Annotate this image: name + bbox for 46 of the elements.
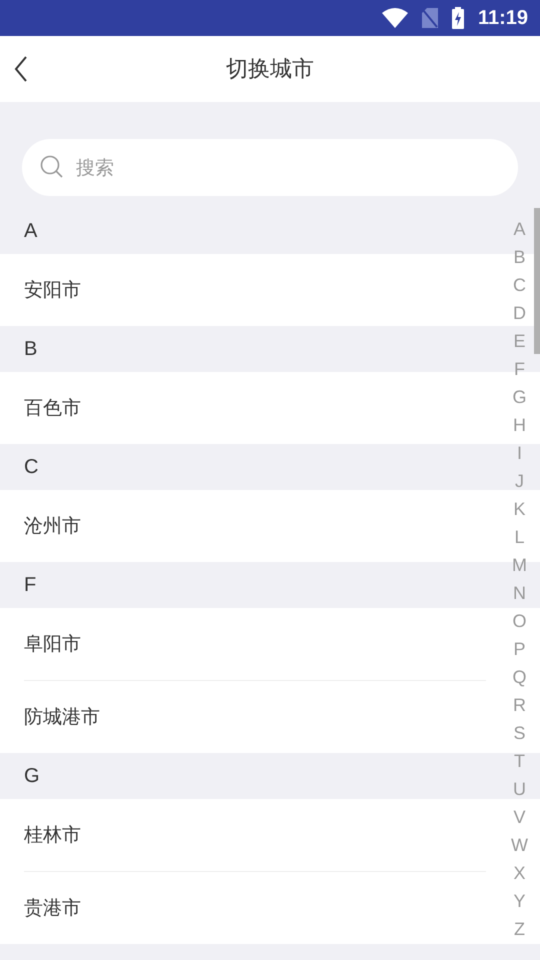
wifi-icon bbox=[382, 8, 408, 28]
index-letter[interactable]: N bbox=[513, 579, 526, 607]
status-time: 11:19 bbox=[478, 6, 528, 30]
index-letter[interactable]: P bbox=[513, 635, 526, 663]
section-letter: C bbox=[24, 456, 38, 478]
index-letter[interactable]: U bbox=[513, 775, 526, 803]
index-letter[interactable]: H bbox=[513, 411, 526, 439]
index-letter[interactable]: C bbox=[513, 271, 526, 299]
index-letter[interactable]: X bbox=[513, 859, 526, 887]
index-letter[interactable]: S bbox=[513, 719, 526, 747]
city-item[interactable]: 防城港市 bbox=[24, 704, 100, 730]
section-letter: F bbox=[24, 574, 36, 596]
search-field[interactable]: 搜索 bbox=[22, 139, 518, 196]
index-letter[interactable]: O bbox=[512, 607, 526, 635]
back-icon bbox=[14, 56, 28, 82]
index-letter[interactable]: V bbox=[513, 803, 526, 831]
index-letter[interactable]: G bbox=[512, 383, 526, 411]
search-icon bbox=[40, 155, 64, 179]
no-sim-icon bbox=[422, 8, 438, 28]
index-letter[interactable]: Y bbox=[513, 887, 526, 915]
index-letter[interactable]: E bbox=[513, 327, 526, 355]
city-item[interactable]: 安阳市 bbox=[24, 277, 81, 303]
index-letter[interactable]: B bbox=[513, 243, 526, 271]
city-item[interactable]: 桂林市 bbox=[24, 822, 81, 848]
index-letter[interactable]: J bbox=[515, 467, 524, 495]
index-letter[interactable]: I bbox=[516, 439, 522, 467]
section-letter: G bbox=[24, 764, 40, 788]
page-title: 切换城市 bbox=[226, 56, 314, 84]
index-letter[interactable]: F bbox=[514, 355, 525, 383]
index-letter[interactable]: Z bbox=[514, 915, 525, 943]
index-letter[interactable]: M bbox=[512, 551, 527, 579]
index-letter[interactable]: D bbox=[513, 299, 526, 327]
city-item[interactable]: 百色市 bbox=[24, 395, 81, 421]
index-letter[interactable]: Q bbox=[512, 663, 526, 691]
city-item[interactable]: 沧州市 bbox=[24, 513, 81, 539]
section-letter: A bbox=[24, 220, 38, 242]
section-letter: B bbox=[24, 338, 38, 360]
index-letter[interactable]: R bbox=[513, 691, 526, 719]
city-item[interactable]: 阜阳市 bbox=[24, 631, 81, 657]
index-letter[interactable]: K bbox=[513, 495, 526, 523]
index-letter[interactable]: A bbox=[513, 215, 526, 243]
index-letter[interactable]: T bbox=[514, 747, 525, 775]
battery-charging-icon bbox=[452, 7, 464, 29]
index-letter[interactable]: L bbox=[514, 523, 524, 551]
index-letter[interactable]: W bbox=[511, 831, 528, 859]
city-item[interactable]: 贵港市 bbox=[24, 895, 81, 921]
